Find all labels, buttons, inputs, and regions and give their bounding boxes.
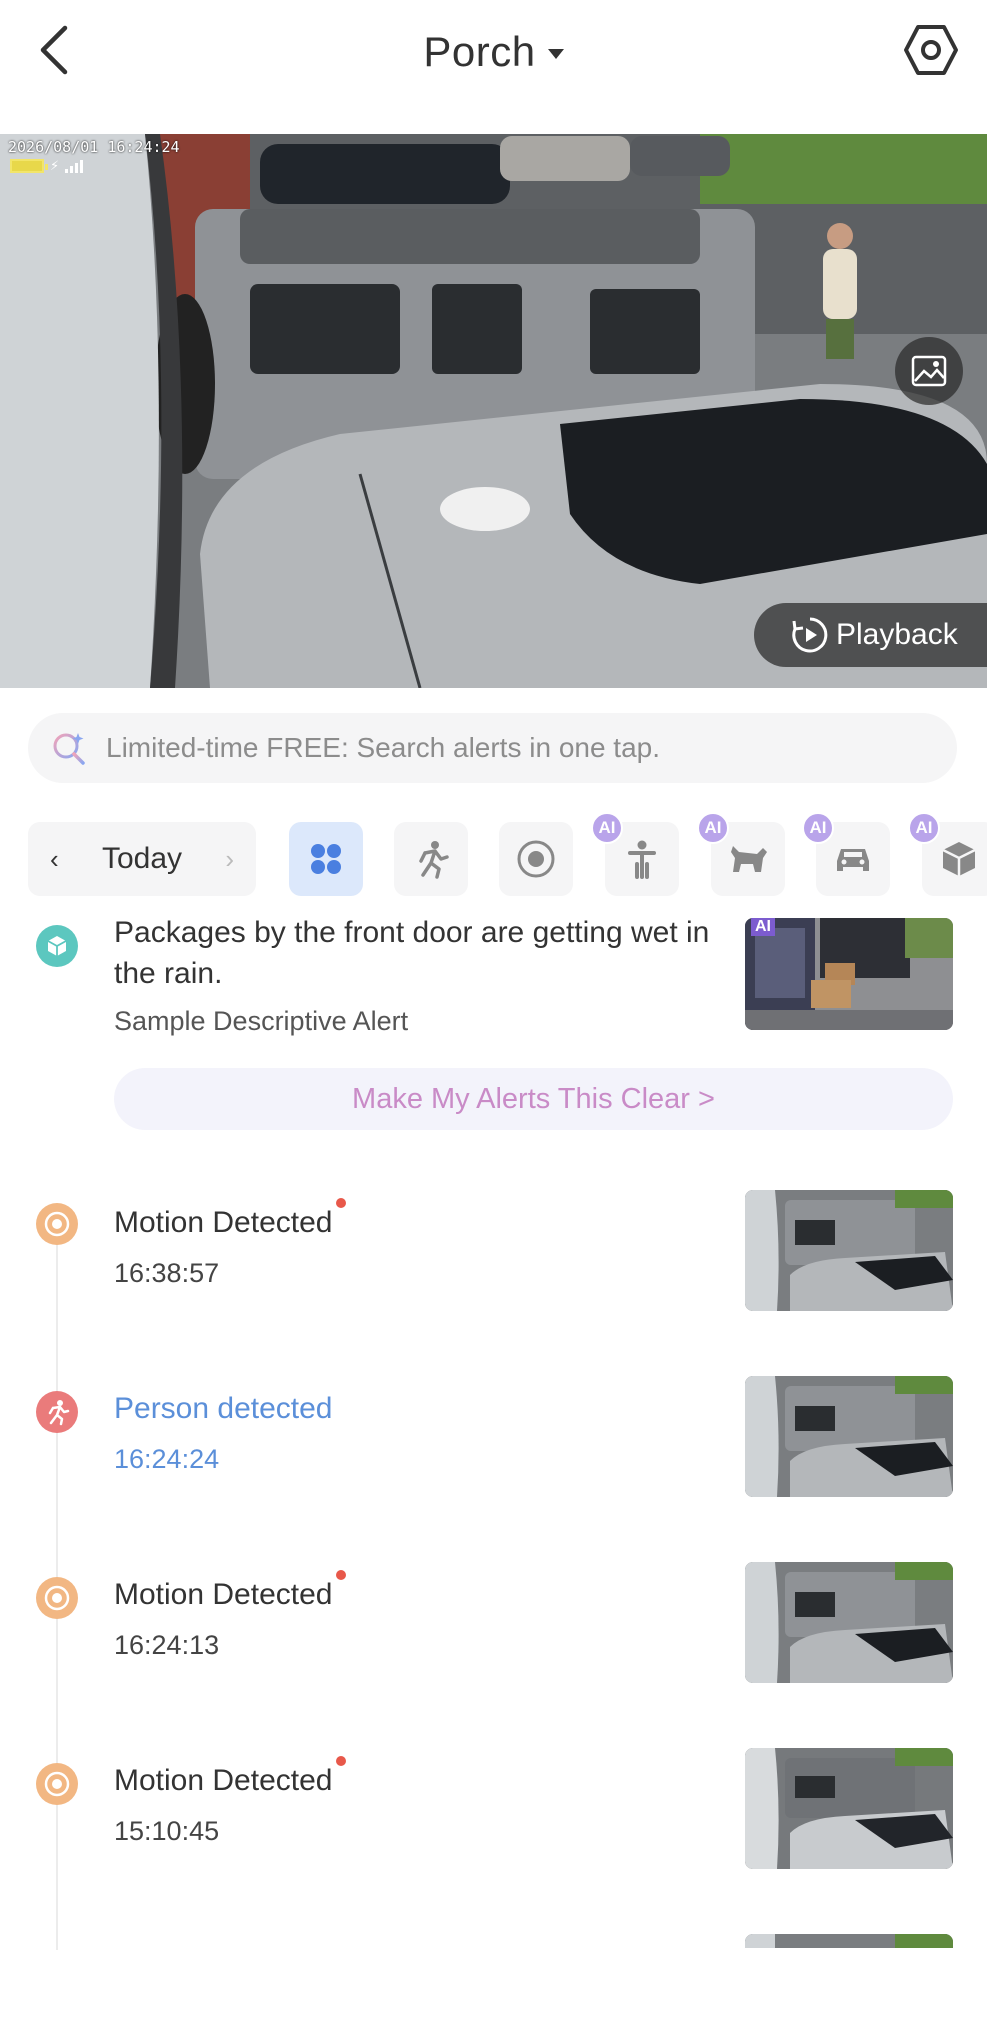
make-alerts-clear-label: Make My Alerts This Clear > [352, 1082, 715, 1115]
car-icon [837, 849, 869, 871]
camera-selector[interactable]: Porch [0, 22, 987, 82]
event-title: Person detected [114, 1392, 333, 1425]
person-alert-icon [36, 1391, 78, 1433]
unread-dot [336, 1570, 347, 1580]
event-thumbnail[interactable] [745, 1376, 953, 1497]
filter-person-motion[interactable] [394, 822, 468, 896]
prev-day-button[interactable]: ‹ [50, 844, 59, 875]
ai-search-icon [53, 733, 85, 765]
unread-dot [336, 1756, 347, 1766]
filter-vehicle[interactable]: AI [802, 812, 890, 896]
event-thumbnail[interactable] [745, 1190, 953, 1311]
event-title: Motion Detected [114, 1570, 347, 1612]
human-icon [628, 840, 656, 879]
event-thumbnail[interactable] [745, 1562, 953, 1683]
image-snapshot-icon [911, 355, 947, 387]
live-view[interactable]: 2026/08/01 16:24:24 ⚡ Playback [0, 134, 987, 688]
filter-package[interactable]: AI [908, 812, 987, 896]
ai-search-banner[interactable]: Limited-time FREE: Search alerts in one … [28, 713, 957, 783]
event-thumbnail[interactable] [745, 1934, 953, 1948]
osd-timestamp: 2026/08/01 16:24:24 [8, 138, 180, 156]
running-person-icon [419, 841, 449, 879]
event-time: 15:10:45 [114, 1816, 220, 1846]
event-time: 16:24:13 [114, 1630, 220, 1660]
sample-alert-subtitle: Sample Descriptive Alert [114, 1006, 409, 1036]
filter-bar: ‹ Today › AI AI AI AI [0, 812, 987, 896]
ai-badge: AI [802, 812, 834, 844]
motion-alert-icon [36, 1577, 78, 1619]
osd-status: ⚡ [10, 158, 84, 174]
event-time: 16:24:24 [114, 1444, 220, 1474]
signal-icon [65, 159, 84, 173]
event-time: 16:38:57 [114, 1258, 220, 1288]
page-title: Porch [423, 28, 536, 75]
event-title: Motion Detected [114, 1198, 347, 1240]
package-icon [942, 842, 976, 876]
motion-alert-icon [36, 1763, 78, 1805]
battery-icon [10, 159, 48, 173]
sample-alert-thumbnail[interactable]: AI [745, 918, 953, 1030]
replay-icon [792, 617, 828, 653]
ai-badge: AI [697, 812, 729, 844]
motion-alert-icon [36, 1203, 78, 1245]
date-selector[interactable]: ‹ Today › [28, 822, 256, 896]
filter-pet[interactable]: AI [697, 812, 785, 896]
event-thumbnail[interactable] [745, 1748, 953, 1869]
hexagon-settings-icon [904, 25, 958, 75]
date-label: Today [101, 842, 183, 875]
unread-dot [336, 1198, 347, 1208]
filter-all[interactable] [289, 822, 363, 896]
snapshot-button[interactable] [895, 337, 963, 405]
header: Porch [0, 0, 987, 134]
charging-icon: ⚡ [50, 158, 60, 173]
settings-button[interactable] [901, 20, 961, 80]
grid-icon [311, 844, 341, 874]
ai-badge: AI [751, 918, 775, 936]
make-alerts-clear-button[interactable]: Make My Alerts This Clear > [114, 1068, 953, 1130]
event-title: Motion Detected [114, 1756, 347, 1798]
ai-search-text: Limited-time FREE: Search alerts in one … [106, 732, 661, 763]
sample-alert-text: Packages by the front door are getting w… [114, 916, 710, 990]
filter-human[interactable]: AI [591, 812, 679, 896]
pet-icon [731, 846, 767, 872]
ai-badge: AI [908, 812, 940, 844]
ai-badge: AI [591, 812, 623, 844]
next-day-button[interactable]: › [225, 844, 234, 875]
playback-button[interactable]: Playback [754, 603, 987, 667]
target-icon [517, 840, 555, 878]
package-alert-icon [36, 925, 78, 967]
caret-down-icon [547, 49, 564, 59]
playback-label: Playback [836, 618, 958, 651]
filter-motion[interactable] [499, 822, 573, 896]
